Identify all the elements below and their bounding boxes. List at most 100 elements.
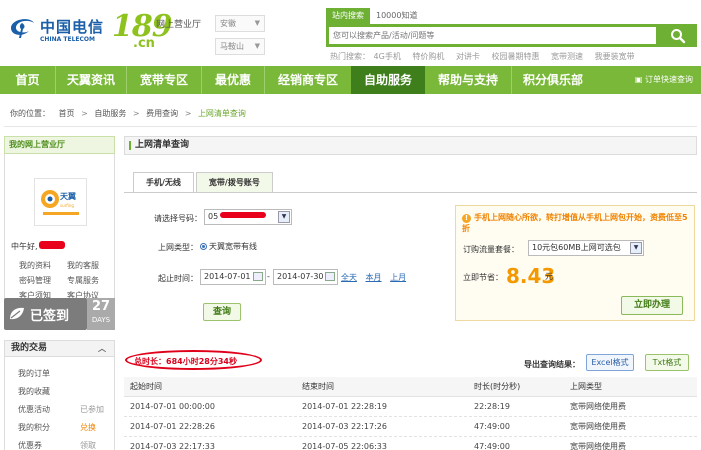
order-quick-query-label: 订单快速查询: [645, 75, 693, 84]
trade-item-tag[interactable]: 兑换: [80, 422, 96, 433]
logo-dot-cn: .cn: [133, 36, 155, 51]
cell-start-time: 2014-07-03 22:17:33: [130, 442, 215, 450]
svg-text:surfing: surfing: [60, 203, 74, 208]
export-txt-button[interactable]: Txt格式: [645, 354, 689, 371]
nav-broadband[interactable]: 宽带专区: [127, 66, 201, 94]
province-select[interactable]: 安徽 ▼: [215, 15, 265, 32]
hot-search-link[interactable]: 特价购机: [412, 52, 444, 61]
breadcrumb-label: 你的位置：: [10, 109, 50, 118]
promo-notice-text: 手机上网随心所欲，转打增值从手机上网包开始，资费低至5折: [462, 213, 688, 233]
calendar-icon[interactable]: [253, 272, 263, 281]
site-header: 中国电信 CHINA TELECOM 189 .cn 网上营业厅 安徽 ▼ 马鞍…: [0, 0, 701, 66]
trade-item[interactable]: 优惠券 领取: [18, 440, 96, 450]
link-my-service[interactable]: 我的客服: [67, 260, 109, 271]
date-range-dash: -: [267, 272, 270, 281]
link-my-profile[interactable]: 我的资料: [19, 260, 67, 271]
apply-now-button[interactable]: 立即办理: [621, 296, 683, 315]
end-date-input[interactable]: 2014-07-30: [273, 269, 338, 285]
tab-underline: [124, 192, 697, 193]
package-select[interactable]: 10元包60MB上网可选包 ▼: [528, 240, 644, 256]
query-button[interactable]: 查询: [203, 303, 241, 321]
breadcrumb-current: 上网清单查询: [197, 109, 246, 118]
trade-item-tag[interactable]: 领取: [80, 440, 96, 450]
tianyi-logo-icon: 天翼 surfing: [40, 190, 79, 215]
checkin-widget: 已签到 27 DAYS: [4, 298, 115, 330]
chevron-down-icon: ▼: [630, 242, 642, 254]
divider: [4, 126, 697, 127]
save-unit: 元: [545, 272, 553, 281]
nav-home[interactable]: 首页: [0, 66, 55, 94]
account-links: 我的资料 我的客服 密码管理 专属服务 客户须知 客户协议: [19, 260, 109, 301]
hot-search-link[interactable]: 我要装宽带: [595, 52, 635, 61]
checkin-button[interactable]: 已签到: [4, 298, 87, 330]
usage-table: 起始时间 结束时间 时长(时分秒) 上网类型 2014-07-01 00:00:…: [124, 377, 697, 450]
hot-search-link[interactable]: 宽带测速: [551, 52, 583, 61]
nav-self-service[interactable]: 自助服务: [351, 66, 425, 94]
tab-site-search[interactable]: 站内搜索: [326, 8, 370, 24]
save-label: 立即节省：: [463, 273, 503, 282]
nav-best-deals[interactable]: 最优惠: [202, 66, 264, 94]
alert-icon: !: [462, 214, 471, 223]
hot-search-link[interactable]: 4G手机: [374, 52, 401, 61]
col-usage-type: 上网类型: [570, 382, 602, 391]
quick-range-this-month[interactable]: 本月: [366, 273, 382, 282]
number-select[interactable]: 05 ▼: [204, 209, 292, 225]
trade-item-label: 我的收藏: [18, 387, 50, 396]
trade-item[interactable]: 我的积分 兑换: [18, 422, 96, 433]
table-header-row: 起始时间 结束时间 时长(时分秒) 上网类型: [124, 377, 697, 397]
breadcrumb-link[interactable]: 费用查询: [146, 109, 178, 118]
nav-tianyi-news[interactable]: 天翼资讯: [56, 66, 126, 94]
breadcrumb-link[interactable]: 自助服务: [94, 109, 126, 118]
link-password[interactable]: 密码管理: [19, 275, 67, 286]
package-label: 订购流量套餐：: [463, 245, 519, 254]
china-telecom-logo[interactable]: [8, 14, 38, 40]
nav-help-support[interactable]: 帮助与支持: [425, 66, 511, 94]
tab-mobile-wireless[interactable]: 手机/无线: [133, 172, 194, 193]
breadcrumb-separator: >: [81, 109, 88, 118]
chevron-down-icon: ▼: [254, 19, 260, 27]
cell-end-time: 2014-07-05 22:06:33: [302, 442, 387, 450]
telecom-swirl-icon: [8, 14, 38, 40]
my-trade-header[interactable]: 我的交易 ︿: [4, 340, 115, 357]
panel-title: 我的网上营业厅: [4, 136, 115, 154]
hot-search-label: 热门搜索：: [330, 52, 370, 61]
search-icon: [671, 28, 686, 43]
redacted-username: [38, 241, 65, 249]
query-tabs: 手机/无线 宽带/拨号账号: [133, 172, 275, 193]
trade-item[interactable]: 优惠活动 已参加: [18, 404, 104, 415]
cell-duration: 47:49:00: [474, 422, 510, 431]
cell-usage-type: 宽带网络使用费: [570, 402, 626, 411]
avatar[interactable]: 天翼 surfing: [34, 178, 87, 226]
nav-dealer-zone[interactable]: 经销商专区: [265, 66, 351, 94]
search-tabs: 站内搜索 10000知道: [326, 8, 423, 24]
trade-item-label: 优惠活动: [18, 405, 50, 414]
quick-range-today[interactable]: 全天: [341, 273, 357, 282]
calendar-icon[interactable]: [325, 272, 335, 281]
greeting-text: 中午好,: [11, 242, 38, 251]
hot-search-link[interactable]: 校园暑期特惠: [491, 52, 539, 61]
breadcrumb-link[interactable]: 首页: [59, 109, 75, 118]
trade-item-label: 优惠券: [18, 441, 42, 450]
nav-points-club[interactable]: 积分俱乐部: [512, 66, 594, 94]
quick-range-last-month[interactable]: 上月: [390, 273, 406, 282]
order-icon: ▣: [634, 75, 645, 84]
my-trade-title: 我的交易: [11, 343, 48, 353]
export-excel-button[interactable]: Excel格式: [586, 354, 634, 371]
hot-search-link[interactable]: 对讲卡: [456, 52, 480, 61]
tab-broadband-dialup[interactable]: 宽带/拨号账号: [195, 172, 273, 193]
order-quick-query-link[interactable]: ▣ 订单快速查询: [635, 66, 693, 94]
trade-item[interactable]: 我的收藏: [18, 386, 50, 397]
red-highlight-circle: [125, 350, 262, 370]
city-select[interactable]: 马鞍山 ▼: [215, 38, 265, 55]
trade-item-label: 我的积分: [18, 423, 50, 432]
type-radio-option[interactable]: 天翼宽带有线: [200, 241, 257, 252]
chevron-up-icon: ︿: [98, 344, 106, 353]
trade-item[interactable]: 我的订单: [18, 368, 50, 379]
number-select-value: 05: [208, 212, 219, 221]
search-button[interactable]: [659, 24, 697, 47]
start-date-input[interactable]: 2014-07-01: [200, 269, 266, 285]
search-input[interactable]: [329, 27, 656, 44]
tab-10000-knowledge[interactable]: 10000知道: [370, 8, 423, 24]
link-exclusive-service[interactable]: 专属服务: [67, 275, 109, 286]
package-select-value: 10元包60MB上网可选包: [532, 243, 621, 252]
